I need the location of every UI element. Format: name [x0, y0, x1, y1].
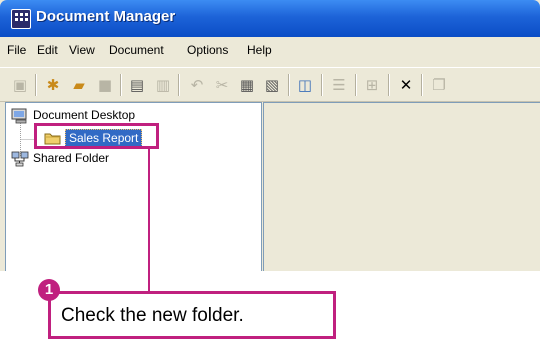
paste-icon[interactable]: ▧: [263, 76, 281, 94]
tree-label-document-desktop: Document Desktop: [33, 108, 136, 122]
document-list-pane[interactable]: [263, 102, 540, 271]
network-folder-icon: [11, 151, 29, 167]
menu-options[interactable]: Options: [187, 43, 228, 57]
toolbar-separator: [388, 74, 390, 96]
delete-icon[interactable]: ✕: [397, 76, 415, 94]
menu-file[interactable]: File: [7, 43, 26, 57]
menu-help[interactable]: Help: [247, 43, 272, 57]
tree-label-shared-folder: Shared Folder: [33, 151, 110, 165]
toolbar-separator: [120, 74, 122, 96]
copy-page-icon[interactable]: ❐: [430, 76, 448, 94]
title-bar: Document Manager: [0, 0, 540, 37]
callout-text: Check the new folder.: [61, 305, 244, 326]
scan-icon[interactable]: ▤: [128, 76, 146, 94]
menu-bar: File Edit View Document Options Help: [0, 39, 540, 63]
callout-connector: [148, 149, 150, 291]
toolbar-separator: [178, 74, 180, 96]
window-title: Document Manager: [36, 8, 176, 25]
toolbar-separator: [355, 74, 357, 96]
toolbar: ▣ ✱ ▰ ■ ▤ ▥ ↶ ✂ ▦ ▧ ◫ ☰ ⊞ ✕ ❐: [0, 67, 540, 102]
app-grid-icon: [11, 9, 31, 29]
new-doc-icon[interactable]: ✱: [44, 76, 62, 94]
toolbar-separator: [421, 74, 423, 96]
cut-icon[interactable]: ✂: [213, 76, 231, 94]
search-icon[interactable]: ◫: [296, 76, 314, 94]
thumbnail-view-icon[interactable]: ⊞: [363, 76, 381, 94]
menu-view[interactable]: View: [69, 43, 95, 57]
desktop-icon: [11, 108, 27, 124]
toolbar-separator: [35, 74, 37, 96]
undo-icon[interactable]: ↶: [188, 76, 206, 94]
save-icon[interactable]: ■: [96, 76, 114, 94]
open-folder-icon[interactable]: ▰: [70, 76, 88, 94]
list-view-icon[interactable]: ☰: [330, 76, 348, 94]
copy-icon[interactable]: ▦: [238, 76, 256, 94]
document-icon[interactable]: ▣: [11, 76, 29, 94]
callout-box: Check the new folder.: [48, 291, 336, 339]
menu-edit[interactable]: Edit: [37, 43, 58, 57]
toolbar-separator: [321, 74, 323, 96]
step-number-badge: 1: [38, 279, 60, 301]
toolbar-separator: [288, 74, 290, 96]
highlight-box: [34, 123, 159, 149]
menu-document[interactable]: Document: [109, 43, 164, 57]
print-icon[interactable]: ▥: [154, 76, 172, 94]
